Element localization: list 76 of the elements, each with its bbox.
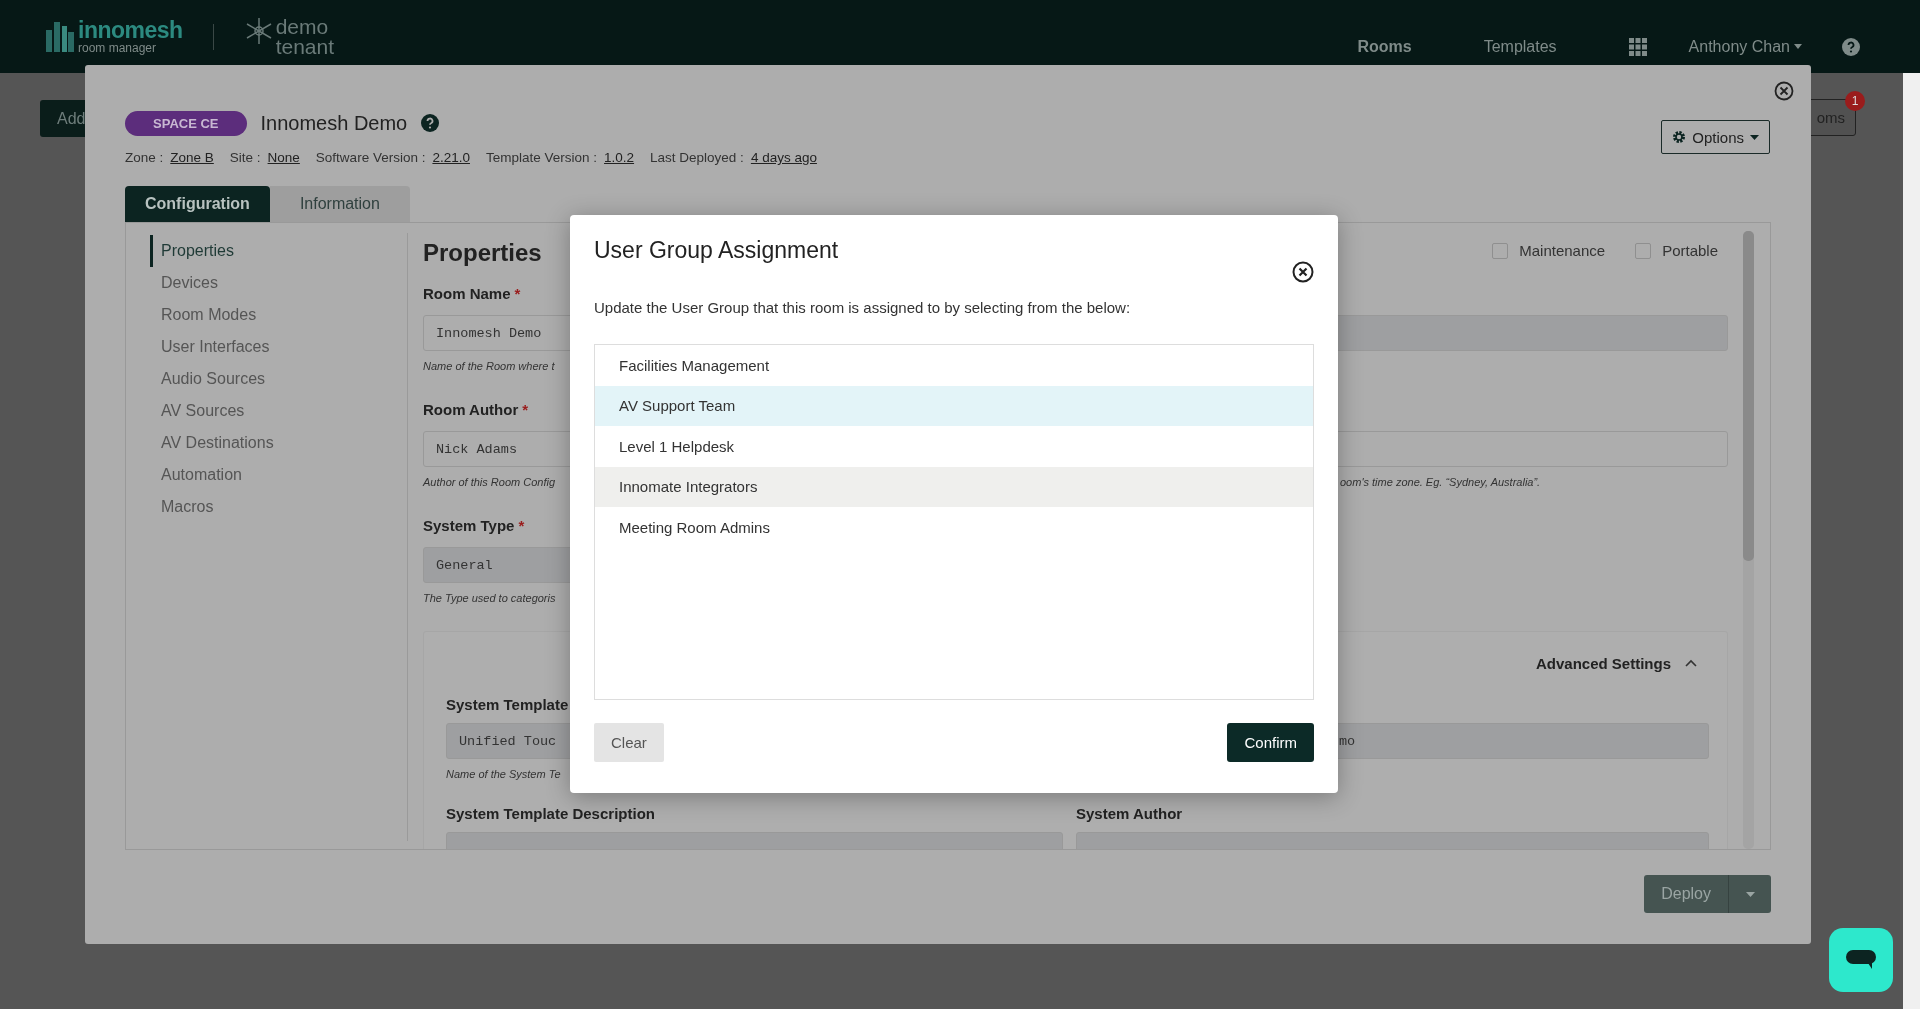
user-menu[interactable]: Anthony Chan xyxy=(1688,37,1802,56)
field-hint: Name of the System Te xyxy=(446,768,561,781)
deploy-button[interactable]: Deploy xyxy=(1644,875,1771,913)
meta-label: Template Version : xyxy=(485,150,598,165)
meta-link[interactable]: 4 days ago xyxy=(750,150,817,165)
meta-link[interactable]: None xyxy=(267,150,300,165)
meta-link[interactable]: 1.0.2 xyxy=(604,150,635,165)
checkbox-label: Portable xyxy=(1662,242,1718,259)
sidebar-item[interactable]: Macros xyxy=(126,491,407,523)
space-badge: SPACE CE xyxy=(125,110,247,136)
caret-icon xyxy=(1750,134,1759,140)
confirm-button[interactable]: Confirm xyxy=(1227,723,1314,762)
close-icon[interactable] xyxy=(1292,261,1314,283)
dialog-description: Update the User Group that this room is assigned to by selecting from the below: xyxy=(594,299,1132,316)
field-label: System Type xyxy=(423,517,515,534)
meta-link[interactable]: 2.21.0 xyxy=(432,150,470,165)
field-label: System Template Description xyxy=(446,805,655,822)
sidebar-item[interactable]: Automation xyxy=(126,459,407,491)
field-hint: The Type used to categoris xyxy=(423,592,556,605)
help-icon[interactable] xyxy=(1842,37,1860,56)
required-mark: * xyxy=(514,285,521,302)
sidebar-item[interactable]: Audio Sources xyxy=(126,363,407,395)
meta-label: Software Version : xyxy=(315,150,426,165)
section-heading: Properties xyxy=(423,239,542,267)
clear-button[interactable]: Clear xyxy=(594,723,664,762)
tenant-name: tenant xyxy=(275,36,334,57)
page-scrollbar[interactable] xyxy=(1903,73,1920,1009)
required-mark: * xyxy=(522,401,529,418)
sidebar-item[interactable]: User Interfaces xyxy=(126,331,407,363)
nav-link[interactable]: Templates xyxy=(1483,37,1557,56)
group-item[interactable]: Meeting Room Admins xyxy=(595,507,1313,548)
field-label: System Author xyxy=(1076,805,1183,822)
field-label: Room Name xyxy=(423,285,511,302)
notification-badge: 1 xyxy=(1845,91,1865,111)
scrollbar-thumb[interactable] xyxy=(1743,231,1754,561)
brand-tagline: room manager xyxy=(78,42,158,54)
group-item[interactable]: AV Support Team xyxy=(595,385,1313,426)
group-item[interactable]: Facilities Management xyxy=(595,345,1313,386)
meta-label: Site : xyxy=(229,150,261,165)
close-icon[interactable] xyxy=(1774,81,1794,101)
group-item[interactable]: Innomate Integrators xyxy=(595,466,1313,507)
sidebar-item[interactable]: AV Destinations xyxy=(126,427,407,459)
sidebar-item[interactable]: Room Modes xyxy=(126,299,407,331)
field-hint: Author of this Room Config xyxy=(423,476,556,489)
dialog-title: User Group Assignment xyxy=(594,237,839,264)
tenant-name: demo xyxy=(275,16,330,37)
gear-icon xyxy=(1672,130,1687,144)
meta-label: Zone : xyxy=(125,150,164,165)
field-label: System Template xyxy=(446,696,569,713)
tab[interactable]: Information xyxy=(269,186,410,222)
sidebar-item[interactable]: AV Sources xyxy=(126,395,407,427)
chevron-icon[interactable] xyxy=(1685,659,1697,667)
field-label: Room Author xyxy=(423,401,519,418)
required-mark: * xyxy=(518,517,525,534)
meta-label: Last Deployed : xyxy=(650,150,744,165)
room-title: Innomesh Demo xyxy=(260,111,408,135)
checkbox-label: Maintenance xyxy=(1519,242,1606,259)
caret-icon xyxy=(1745,891,1755,897)
sidebar-item[interactable]: Properties xyxy=(150,235,407,267)
chat-button[interactable] xyxy=(1829,928,1893,992)
advanced-settings-toggle[interactable]: Advanced Settings xyxy=(1535,654,1671,672)
nav-link[interactable]: Rooms xyxy=(1357,37,1412,56)
options-button[interactable]: Options xyxy=(1661,120,1770,154)
grid-icon[interactable] xyxy=(1628,37,1647,56)
meta-link[interactable]: Zone B xyxy=(170,150,214,165)
logo-icon xyxy=(46,21,74,52)
tab[interactable]: Configuration xyxy=(125,186,270,222)
checkbox[interactable] xyxy=(1635,242,1652,259)
brand-name: innomesh xyxy=(78,19,183,42)
group-item[interactable]: Level 1 Helpdesk xyxy=(595,426,1313,467)
help-icon[interactable] xyxy=(421,114,440,132)
field-hint: Name of the Room where t xyxy=(423,360,555,373)
caret-icon xyxy=(1794,44,1802,49)
sidebar-item[interactable]: Devices xyxy=(126,267,407,299)
checkbox[interactable] xyxy=(1492,242,1509,259)
field-hint: oom's time zone. Eg. “Sydney, Australia”. xyxy=(1340,476,1541,489)
